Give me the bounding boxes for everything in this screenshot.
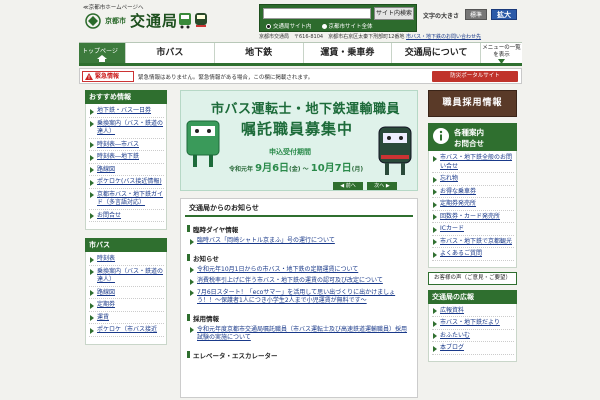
left-sidebar: おすすめ情報 地下鉄・バス一日券 乗換案内（バス・鉄道の達人） 時刻表―市バス … — [85, 90, 167, 400]
contact-title1: 各種案内 — [454, 128, 484, 137]
list-item: 市バス・地下鉄だより — [432, 319, 514, 330]
banner-dates: 令和元年 9月6日(金) ～ 10月7日(月) — [229, 163, 364, 174]
bus-list: 時刻表 乗換案内（バス・鉄道の達人） 路線図 定期券 運賃 ポケロケ（市バス接近 — [85, 252, 167, 345]
list-item: 時刻表 — [89, 255, 164, 266]
bus-character-icon — [186, 120, 220, 167]
recruitment-banner[interactable]: 市バス運転士・地下鉄運輸職員 嘱託職員募集中 申込受付期間 令和元年 9月6日(… — [180, 90, 418, 191]
font-size-label: 文字の大きさ — [423, 13, 460, 20]
scope-city-radio[interactable]: 京都市サイト全体 — [321, 22, 373, 30]
list-item: 忘れ物 — [432, 175, 514, 186]
list-item: 時刻表―地下鉄 — [89, 153, 164, 164]
recommended-heading: おすすめ情報 — [85, 90, 167, 104]
list-item: ポケロケ（市バス接近 — [89, 326, 164, 337]
nav-top-page[interactable]: トップページ — [79, 43, 125, 63]
nav-about[interactable]: 交通局について — [391, 43, 480, 63]
search-scope: 交通局サイト内 京都市サイト全体 — [266, 22, 373, 30]
search-input[interactable] — [263, 8, 371, 19]
list-item: 地下鉄・バス一日券 — [89, 107, 164, 118]
logo-city: 京都市 — [105, 17, 126, 25]
banner-prev-button[interactable]: ◀ 前へ — [333, 182, 363, 190]
right-sidebar: 職員採用情報 各種案内 お問合せ 市バス・地下鉄全般のお問い合せ 忘れ物 お得な… — [428, 90, 517, 400]
news-panel: 交通局からのお知らせ 臨時ダイヤ情報 臨時バス「岡崎シャトル京まふ」号の運行につ… — [180, 198, 418, 398]
pr-list: 広報資料 市バス・地下鉄だより おふたいむ 本ブログ — [428, 303, 517, 362]
contact-heading: 各種案内 お問合せ — [428, 123, 517, 151]
search-button[interactable]: サイト内検索 — [374, 7, 414, 20]
list-item: おふたいむ — [432, 332, 514, 342]
emergency-bar: 緊急情報 緊急情報はありません。緊急情報がある場合，この欄に掲載されます。 防災… — [79, 68, 522, 84]
address: 京都市交通局 〒616-8104 京都市右京区太秦下刑部町12番地 — [259, 34, 405, 40]
list-item: お問合せ — [89, 212, 164, 222]
list-item: 路線図 — [89, 289, 164, 299]
pr-heading: 交通局の広報 — [428, 289, 517, 304]
access-link[interactable]: 市バス・地下鉄のお問い合わせ先 — [406, 34, 481, 40]
banner-line1: 市バス運転士・地下鉄運輸職員 — [211, 102, 401, 117]
contact-list: 市バス・地下鉄全般のお問い合せ 忘れ物 お得な乗車券 定期券発売所 回数券・カー… — [428, 151, 517, 268]
home-icon — [97, 55, 107, 62]
nav-bus[interactable]: 市バス — [125, 43, 214, 63]
info-icon — [433, 128, 449, 144]
news-heading-elevator: エレベータ・エスカレーター — [187, 350, 411, 360]
banner-line2: 嘱託職員募集中 — [241, 120, 354, 138]
emergency-label: 緊急情報 — [82, 71, 134, 82]
global-nav: トップページ 市バス 地下鉄 運賃・乗車券 交通局について メニューの一覧を表示 — [79, 42, 522, 66]
customer-voice-button[interactable]: お客様の声（ご意見・ご要望） — [428, 271, 517, 285]
list-item: ICカード — [432, 225, 514, 236]
site-title[interactable]: 交通局 — [130, 10, 178, 31]
list-item: ポケロケ(バス接近情報) — [89, 178, 164, 189]
news-heading-recruit: 採用情報 — [187, 313, 411, 323]
list-item: 市バス・地下鉄で京都観光 — [432, 238, 514, 248]
banner-next-button[interactable]: 次へ ▶ — [367, 182, 397, 190]
list-item: 運賃 — [89, 314, 164, 324]
bus-mascot-icon — [179, 13, 191, 29]
site-header: ≪京都市ホームページへ 京都市 交通局 サイト内検索 交通局サイト内 京都市サイ… — [79, 0, 522, 42]
banner-period-label: 申込受付期間 — [269, 148, 311, 156]
list-item: 定期券 — [89, 301, 164, 312]
font-large-button[interactable]: 拡大 — [491, 9, 517, 20]
list-item: 時刻表―市バス — [89, 141, 164, 151]
nav-fares[interactable]: 運賃・乗車券 — [302, 43, 392, 63]
list-item: 京都市バス・地下鉄ガイド（多言語対応） — [89, 191, 164, 210]
main-content: 市バス運転士・地下鉄運輸職員 嘱託職員募集中 申込受付期間 令和元年 9月6日(… — [180, 90, 418, 400]
list-item: 広報資料 — [432, 307, 514, 317]
contact-title2: お問合せ — [454, 139, 484, 148]
list-item: お得な乗車券 — [432, 188, 514, 198]
recommended-list: 地下鉄・バス一日券 乗換案内（バス・鉄道の達人） 時刻表―市バス 時刻表―地下鉄… — [85, 104, 167, 230]
staff-recruit-banner[interactable]: 職員採用情報 — [428, 90, 517, 117]
address-line: 京都市交通局 〒616-8104 京都市右京区太秦下刑部町12番地 市バス・地下… — [259, 33, 481, 40]
search-box: サイト内検索 交通局サイト内 京都市サイト全体 — [259, 4, 417, 32]
nav-subway[interactable]: 地下鉄 — [213, 43, 303, 63]
nav-menu-toggle[interactable]: メニューの一覧を表示 — [480, 43, 522, 64]
city-emblem-icon — [85, 13, 101, 29]
news-item: 令和元年10月1日からの市バス・地下鉄の定期運賃について — [189, 266, 411, 275]
news-item: 臨時バス「岡崎シャトル京まふ」号の運行について — [189, 237, 411, 246]
news-heading-temp-schedule: 臨時ダイヤ情報 — [187, 224, 411, 234]
chevron-down-icon — [498, 59, 505, 64]
list-item: 乗換案内（バス・鉄道の達人） — [89, 120, 164, 139]
bus-heading: 市バス — [85, 238, 167, 252]
nav-menu-label: メニューの一覧を表示 — [482, 45, 521, 58]
emergency-text: 緊急情報はありません。緊急情報がある場合，この欄に掲載されます。 — [138, 75, 314, 81]
scope-site-radio[interactable]: 交通局サイト内 — [266, 22, 312, 30]
subway-mascot-icon — [195, 13, 207, 27]
news-heading-notice: お知らせ — [187, 253, 411, 263]
list-item: よくあるご質問 — [432, 250, 514, 261]
news-item: 7月6日スタート！「ecoサマー」を活用して思い出づくりに出かけましょう！！～保… — [189, 289, 411, 306]
nav-top-label: トップページ — [82, 48, 118, 55]
list-item: 回数券・カード発売所 — [432, 213, 514, 223]
news-item: 消費税率引上げに伴う市バス・地下鉄の運賃の認可及び改定について — [189, 277, 411, 286]
list-item: 乗換案内（バス・鉄道の達人） — [89, 268, 164, 287]
list-item: 市バス・地下鉄全般のお問い合せ — [432, 154, 514, 173]
disaster-portal-button[interactable]: 防災ポータルサイト — [432, 71, 518, 82]
list-item: 定期券発売所 — [432, 200, 514, 211]
news-item: 令和元年度京都市交通局嘱託職員（市バス運転士及び高速鉄道運輸職員）採用試験の実施… — [189, 326, 411, 343]
warning-icon — [85, 73, 93, 80]
subway-character-icon — [378, 126, 412, 175]
list-item: 本ブログ — [432, 344, 514, 355]
font-standard-button[interactable]: 標準 — [465, 9, 487, 20]
list-item: 路線図 — [89, 166, 164, 176]
news-title: 交通局からのお知らせ — [185, 199, 413, 217]
